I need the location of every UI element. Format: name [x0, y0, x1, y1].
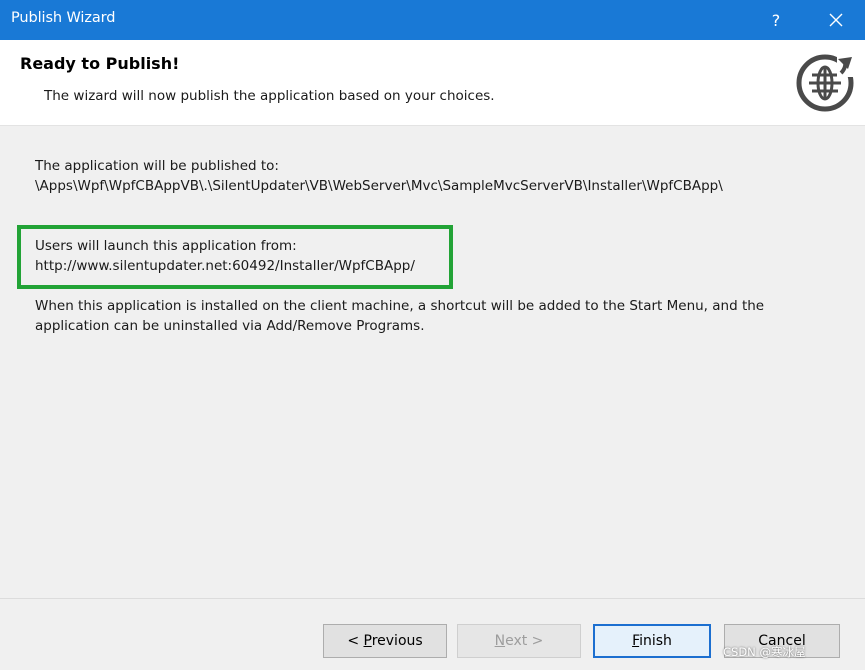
title-bar[interactable]: Publish Wizard ? — [0, 0, 865, 40]
next-rest: ext > — [505, 633, 544, 649]
close-button[interactable] — [812, 0, 860, 40]
publish-location-label: The application will be published to: — [35, 158, 279, 174]
launch-location-url: http://www.silentupdater.net:60492/Insta… — [35, 258, 415, 274]
finish-rest: inish — [639, 633, 672, 649]
launch-location-label: Users will launch this application from: — [35, 238, 297, 254]
page-subtitle: The wizard will now publish the applicat… — [44, 88, 495, 104]
next-mnemonic: N — [494, 633, 506, 649]
close-icon — [829, 13, 843, 27]
install-note-line-1: When this application is installed on th… — [35, 298, 765, 314]
footer-divider — [0, 598, 865, 599]
page-title: Ready to Publish! — [20, 54, 180, 73]
next-button[interactable]: Next > — [457, 624, 581, 658]
wizard-header: Ready to Publish! The wizard will now pu… — [0, 40, 865, 126]
globe-refresh-icon — [796, 54, 857, 112]
install-note-line-2: application can be uninstalled via Add/R… — [35, 318, 425, 334]
previous-rest: revious — [371, 633, 423, 649]
help-button[interactable]: ? — [752, 0, 800, 40]
previous-prefix: < — [347, 633, 364, 649]
publish-location-path: \Apps\Wpf\WpfCBAppVB\.\SilentUpdater\VB\… — [35, 178, 723, 194]
previous-mnemonic: P — [363, 633, 372, 649]
finish-button[interactable]: Finish — [593, 624, 711, 658]
watermark-text: CSDN @寒冰屋 — [723, 645, 806, 659]
publish-wizard-window: Publish Wizard ? Ready to Publish! The w… — [0, 0, 865, 670]
previous-button[interactable]: < Previous — [323, 624, 447, 658]
window-title: Publish Wizard — [11, 10, 116, 26]
